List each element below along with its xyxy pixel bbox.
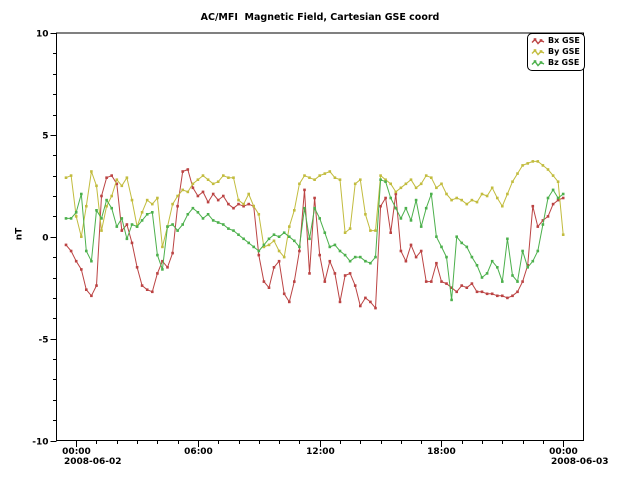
legend-item-bx: Bx GSE: [531, 36, 580, 46]
svg-text:0: 0: [42, 234, 48, 244]
x-axis-start-date: 2008-06-02: [64, 457, 122, 467]
svg-text:00:00: 00:00: [549, 447, 578, 457]
plot-window: AC/MFI Magnetic Field, Cartesian GSE coo…: [0, 0, 640, 480]
x-axis-end-date: 2008-06-03: [551, 457, 609, 467]
svg-text:5: 5: [42, 132, 48, 142]
svg-text:06:00: 06:00: [184, 447, 213, 457]
legend-item-by: By GSE: [531, 47, 580, 57]
by-line-sample-icon: [531, 48, 545, 57]
legend-box: Bx GSE By GSE Bz GSE: [527, 33, 585, 71]
svg-text:-5: -5: [39, 336, 49, 346]
svg-text:00:00: 00:00: [62, 447, 91, 457]
svg-text:10: 10: [36, 30, 49, 40]
legend-label-by: By GSE: [548, 47, 580, 57]
svg-text:18:00: 18:00: [427, 447, 456, 457]
legend-item-bz: Bz GSE: [531, 58, 580, 68]
legend-label-bz: Bz GSE: [548, 58, 579, 68]
legend-label-bx: Bx GSE: [548, 36, 580, 46]
svg-text:-10: -10: [32, 438, 48, 448]
svg-text:12:00: 12:00: [306, 447, 335, 457]
plot-canvas: 10 5 0 -5 -10 00:00 06:00 12:00 18:00 00:00: [0, 0, 640, 480]
bz-line-sample-icon: [531, 59, 545, 68]
bx-line-sample-icon: [531, 37, 545, 46]
